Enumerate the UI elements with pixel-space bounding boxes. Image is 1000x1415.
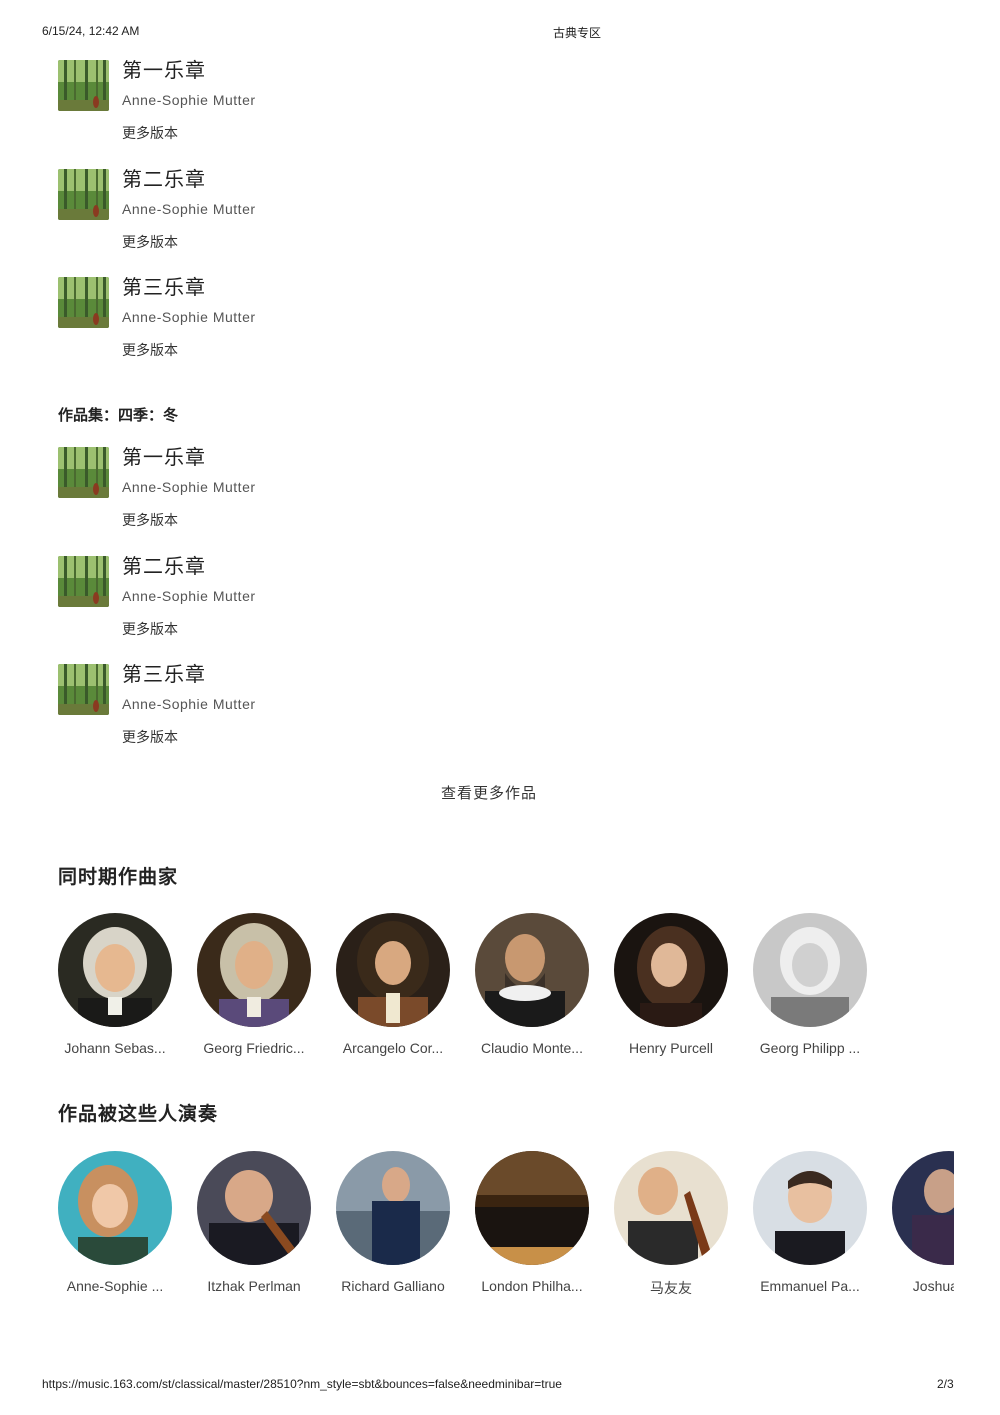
track-item[interactable]: 第三乐章 Anne-Sophie Mutter 更多版本: [58, 275, 938, 384]
performer-card[interactable]: Richard Galliano: [336, 1151, 452, 1294]
composer-card[interactable]: Georg Friedric...: [197, 913, 313, 1056]
performer-name[interactable]: Anne-Sophie ...: [58, 1278, 172, 1294]
avatar[interactable]: [475, 1151, 589, 1265]
composer-name[interactable]: Claudio Monte...: [475, 1040, 589, 1056]
composer-name[interactable]: Henry Purcell: [614, 1040, 728, 1056]
print-datetime: 6/15/24, 12:42 AM: [42, 24, 140, 38]
print-footer: https://music.163.com/st/classical/maste…: [0, 1377, 1000, 1395]
performer-card[interactable]: Emmanuel Pa...: [753, 1151, 869, 1294]
performer-name[interactable]: Richard Galliano: [336, 1278, 450, 1294]
collection-title: 作品集：四季：冬: [58, 406, 179, 424]
album-cover[interactable]: [58, 664, 109, 715]
track-name[interactable]: 第一乐章: [122, 445, 206, 469]
performer-card[interactable]: Itzhak Perlman: [197, 1151, 313, 1294]
avatar[interactable]: [753, 913, 867, 1027]
composer-name[interactable]: Arcangelo Cor...: [336, 1040, 450, 1056]
track-artist[interactable]: Anne-Sophie Mutter: [122, 309, 256, 325]
track-artist[interactable]: Anne-Sophie Mutter: [122, 696, 256, 712]
print-url: https://music.163.com/st/classical/maste…: [42, 1377, 562, 1391]
performer-card[interactable]: Anne-Sophie ...: [58, 1151, 174, 1294]
avatar[interactable]: [336, 913, 450, 1027]
composers-section-title: 同时期作曲家: [58, 866, 179, 888]
avatar[interactable]: [336, 1151, 450, 1265]
track-item[interactable]: 第一乐章 Anne-Sophie Mutter 更多版本: [58, 445, 938, 554]
more-versions-link[interactable]: 更多版本: [122, 510, 178, 530]
composer-name[interactable]: Johann Sebas...: [58, 1040, 172, 1056]
track-name[interactable]: 第二乐章: [122, 167, 206, 191]
print-page-number: 2/3: [937, 1377, 954, 1391]
performer-card[interactable]: Joshua Bell: [892, 1151, 954, 1294]
more-versions-link[interactable]: 更多版本: [122, 619, 178, 639]
track-list: 第一乐章 Anne-Sophie Mutter 更多版本 第二乐章 Anne-S…: [58, 445, 938, 771]
track-name[interactable]: 第三乐章: [122, 662, 206, 686]
avatar[interactable]: [614, 1151, 728, 1265]
view-more-works-row: 查看更多作品: [0, 782, 1000, 803]
track-name[interactable]: 第一乐章: [122, 58, 206, 82]
track-artist[interactable]: Anne-Sophie Mutter: [122, 201, 256, 217]
track-item[interactable]: 第二乐章 Anne-Sophie Mutter 更多版本: [58, 167, 938, 276]
composer-name[interactable]: Georg Philipp ...: [753, 1040, 867, 1056]
composer-card[interactable]: Arcangelo Cor...: [336, 913, 452, 1056]
avatar[interactable]: [892, 1151, 954, 1265]
performer-name[interactable]: 马友友: [614, 1278, 728, 1298]
more-versions-link[interactable]: 更多版本: [122, 232, 178, 252]
more-versions-link[interactable]: 更多版本: [122, 340, 178, 360]
track-item[interactable]: 第一乐章 Anne-Sophie Mutter 更多版本: [58, 58, 938, 167]
track-item[interactable]: 第二乐章 Anne-Sophie Mutter 更多版本: [58, 554, 938, 663]
track-artist[interactable]: Anne-Sophie Mutter: [122, 588, 256, 604]
album-cover[interactable]: [58, 447, 109, 498]
composer-card[interactable]: Georg Philipp ...: [753, 913, 869, 1056]
performer-card[interactable]: 马友友: [614, 1151, 730, 1298]
more-versions-link[interactable]: 更多版本: [122, 123, 178, 143]
avatar[interactable]: [614, 913, 728, 1027]
track-artist[interactable]: Anne-Sophie Mutter: [122, 479, 256, 495]
track-name[interactable]: 第二乐章: [122, 554, 206, 578]
more-versions-link[interactable]: 更多版本: [122, 727, 178, 747]
album-cover[interactable]: [58, 277, 109, 328]
avatar[interactable]: [197, 1151, 311, 1265]
avatar[interactable]: [58, 913, 172, 1027]
track-name[interactable]: 第三乐章: [122, 275, 206, 299]
performer-list: Anne-Sophie ... Itzhak Perlman Richard G…: [58, 1151, 954, 1301]
album-cover[interactable]: [58, 60, 109, 111]
performer-name[interactable]: Emmanuel Pa...: [753, 1278, 867, 1294]
avatar[interactable]: [58, 1151, 172, 1265]
performer-name[interactable]: Itzhak Perlman: [197, 1278, 311, 1294]
composer-card[interactable]: Henry Purcell: [614, 913, 730, 1056]
view-more-works-button[interactable]: 查看更多作品: [441, 782, 537, 803]
composer-card[interactable]: Johann Sebas...: [58, 913, 174, 1056]
track-list: 第一乐章 Anne-Sophie Mutter 更多版本 第二乐章 Anne-S…: [58, 58, 938, 384]
avatar[interactable]: [197, 913, 311, 1027]
album-cover[interactable]: [58, 555, 109, 607]
performer-name[interactable]: Joshua Bell: [892, 1278, 954, 1294]
track-item[interactable]: 第三乐章 Anne-Sophie Mutter 更多版本: [58, 662, 938, 771]
composer-name[interactable]: Georg Friedric...: [197, 1040, 311, 1056]
print-header: 6/15/24, 12:42 AM 古典专区: [0, 24, 1000, 42]
avatar[interactable]: [475, 913, 589, 1027]
performers-section-title: 作品被这些人演奏: [58, 1103, 219, 1125]
track-artist[interactable]: Anne-Sophie Mutter: [122, 92, 256, 108]
avatar[interactable]: [753, 1151, 867, 1265]
composer-list: Johann Sebas... Georg Friedric... Arcang…: [58, 913, 954, 1063]
album-cover[interactable]: [58, 168, 109, 220]
print-title: 古典专区: [553, 26, 602, 40]
composer-card[interactable]: Claudio Monte...: [475, 913, 591, 1056]
performer-name[interactable]: London Philha...: [475, 1278, 589, 1294]
performer-card[interactable]: London Philha...: [475, 1151, 591, 1294]
